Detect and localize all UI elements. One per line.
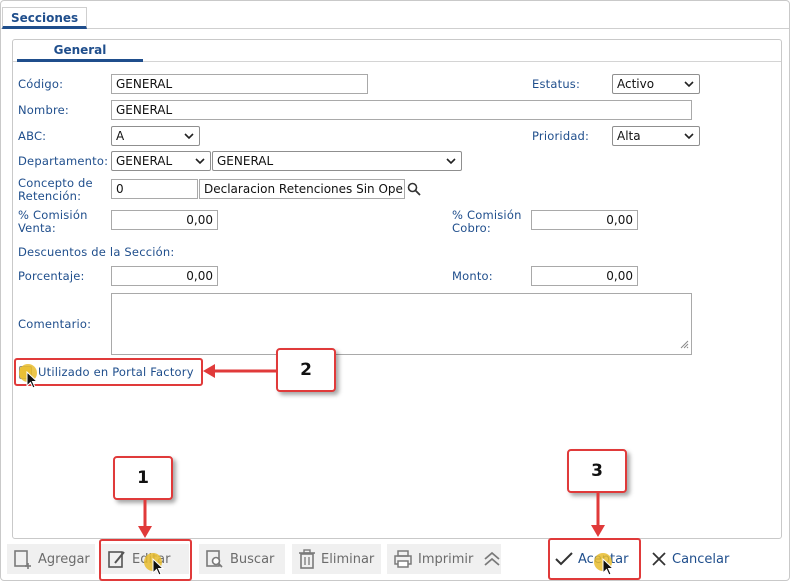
mouse-cursor-icon (26, 370, 39, 392)
eliminar-button[interactable]: Eliminar (292, 544, 381, 574)
trash-icon (298, 549, 316, 569)
callout-number-1: 1 (113, 456, 173, 500)
close-icon (651, 551, 667, 567)
eliminar-label: Eliminar (321, 551, 375, 567)
monto-input[interactable]: 0,00 (531, 266, 638, 286)
departamento-name-select[interactable]: GENERAL (212, 151, 462, 171)
tab-secciones[interactable]: Secciones (2, 7, 88, 29)
buscar-label: Buscar (230, 551, 275, 567)
comentario-label: Comentario: (18, 317, 92, 331)
subtab-bar: General (13, 40, 781, 62)
buscar-button[interactable]: Buscar (199, 544, 285, 574)
mouse-cursor-icon (602, 557, 615, 579)
arrow-left-icon (203, 364, 277, 378)
printer-icon (393, 549, 413, 569)
codigo-label: Código: (18, 77, 64, 91)
monto-label: Monto: (452, 269, 493, 283)
descuentos-heading: Descuentos de la Sección: (18, 245, 175, 259)
concepto-description-input[interactable]: Declaracion Retenciones Sin Ope (199, 179, 405, 199)
comision-cobro-label-line2: Cobro: (452, 221, 491, 235)
mouse-cursor-icon (152, 557, 165, 579)
callout-number-3: 3 (567, 449, 627, 493)
porcentaje-input[interactable]: 0,00 (111, 266, 218, 286)
callout-highlight-2 (14, 358, 203, 386)
chevron-down-icon (183, 130, 195, 142)
double-chevron-up-icon[interactable] (483, 551, 501, 567)
sections-window: Secciones General Código: GENERAL Estatu… (0, 0, 790, 581)
codigo-input[interactable]: GENERAL (111, 74, 368, 94)
imprimir-label: Imprimir (418, 551, 474, 567)
cancelar-label: Cancelar (672, 551, 730, 567)
agregar-button[interactable]: Agregar (7, 544, 95, 574)
abc-label: ABC: (18, 129, 47, 143)
arrow-down-icon (138, 500, 152, 538)
departamento-code-select[interactable]: GENERAL (111, 151, 211, 171)
prioridad-select[interactable]: Alta (612, 126, 700, 146)
comentario-textarea[interactable] (111, 293, 692, 355)
callout-number-2: 2 (276, 348, 336, 392)
estatus-value: Activo (617, 77, 655, 91)
arrow-down-icon (591, 493, 605, 537)
estatus-label: Estatus: (532, 77, 581, 91)
chevron-down-icon (683, 78, 695, 90)
nombre-label: Nombre: (18, 103, 69, 117)
prioridad-label: Prioridad: (532, 129, 590, 143)
prioridad-value: Alta (617, 129, 641, 143)
cancelar-button[interactable]: Cancelar (645, 544, 737, 574)
porcentaje-label: Porcentaje: (18, 269, 85, 283)
comision-venta-input[interactable]: 0,00 (111, 210, 218, 230)
chevron-down-icon (194, 155, 206, 167)
resize-grip-icon[interactable] (679, 338, 689, 352)
tab-bar: Secciones (1, 1, 789, 29)
search-document-icon (205, 549, 225, 569)
abc-select[interactable]: A (111, 126, 200, 146)
tab-general[interactable]: General (17, 41, 143, 62)
comision-venta-label-line2: Venta: (18, 221, 56, 235)
abc-value: A (116, 129, 125, 143)
departamento-label: Departamento: (18, 154, 109, 168)
comision-cobro-input[interactable]: 0,00 (531, 210, 638, 230)
nombre-input[interactable]: GENERAL (111, 100, 692, 120)
imprimir-button[interactable]: Imprimir (387, 544, 501, 574)
departamento-name-value: GENERAL (217, 154, 274, 168)
chevron-down-icon (445, 155, 457, 167)
concepto-label-line2: Retención: (18, 189, 82, 203)
add-document-icon (13, 549, 33, 569)
concepto-code-input[interactable]: 0 (111, 179, 198, 199)
departamento-code-value: GENERAL (116, 154, 173, 168)
chevron-down-icon (683, 130, 695, 142)
agregar-label: Agregar (38, 551, 90, 567)
search-icon[interactable] (407, 182, 421, 199)
estatus-select[interactable]: Activo (612, 74, 700, 94)
